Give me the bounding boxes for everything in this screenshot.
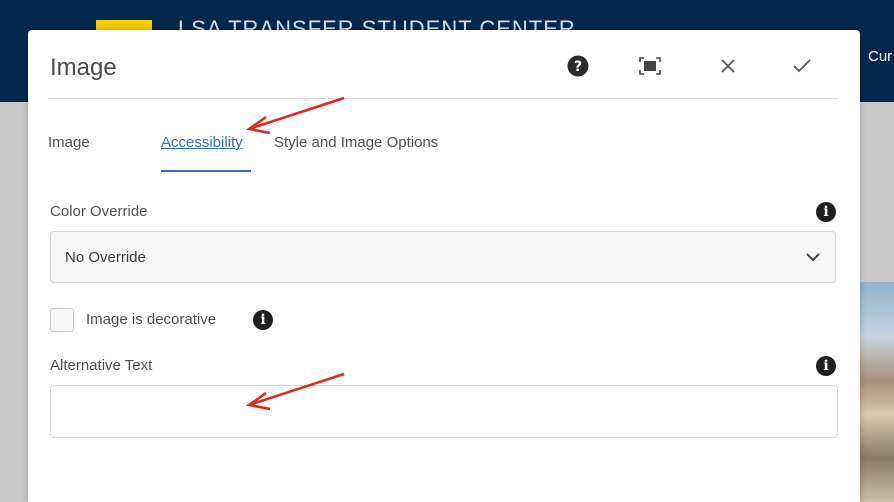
question-circle-icon: ? <box>567 55 589 77</box>
background-photo <box>860 282 894 502</box>
info-icon[interactable]: i <box>816 356 836 376</box>
alternative-text-label: Alternative Text <box>50 357 153 374</box>
info-icon[interactable]: i <box>816 202 836 222</box>
nav-fragment[interactable]: Cur <box>868 48 892 65</box>
info-icon[interactable]: i <box>253 310 273 330</box>
header-divider <box>48 98 838 99</box>
annotation-arrow-icon <box>245 372 345 411</box>
color-override-value: No Override <box>65 249 146 266</box>
decorative-checkbox[interactable] <box>50 308 74 332</box>
tab-image[interactable]: Image <box>48 134 90 151</box>
fullscreen-icon <box>639 57 661 75</box>
checkmark-icon <box>793 59 811 73</box>
help-button[interactable]: ? <box>564 52 592 80</box>
chevron-down-icon <box>806 253 820 262</box>
svg-text:?: ? <box>574 59 582 75</box>
decorative-label: Image is decorative <box>86 311 217 328</box>
close-icon <box>721 59 735 73</box>
image-dialog: Image ? Image Accessibility Style and Im… <box>28 30 860 502</box>
fullscreen-button[interactable] <box>636 52 664 80</box>
close-button[interactable] <box>714 52 742 80</box>
dialog-title: Image <box>50 54 117 81</box>
confirm-button[interactable] <box>788 52 816 80</box>
color-override-select[interactable]: No Override <box>50 231 836 283</box>
page-background <box>0 102 14 502</box>
annotation-arrow-icon <box>245 96 345 135</box>
tab-accessibility[interactable]: Accessibility <box>161 134 243 151</box>
color-override-label: Color Override <box>50 203 148 220</box>
alternative-text-input[interactable] <box>50 385 838 438</box>
active-tab-indicator <box>161 170 251 172</box>
